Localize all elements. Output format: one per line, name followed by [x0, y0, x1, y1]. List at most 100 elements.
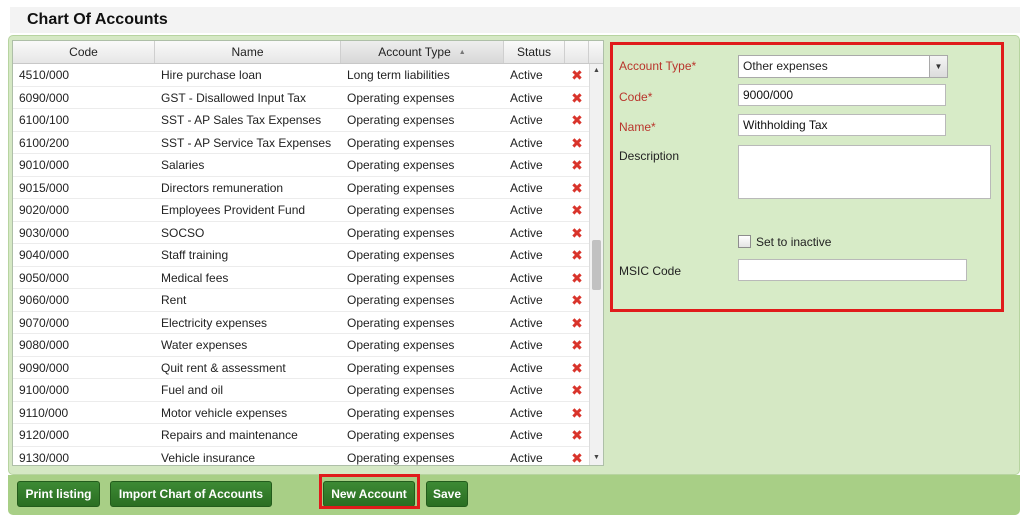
code-label: Code* — [619, 90, 653, 104]
column-header-delete — [565, 41, 589, 63]
scroll-up-arrow-icon[interactable]: ▲ — [590, 64, 603, 78]
cell-status: Active — [510, 338, 543, 352]
cell-code: 9130/000 — [19, 450, 70, 465]
table-row[interactable]: 9020/000 Employees Provident Fund Operatin… — [13, 199, 589, 222]
delete-icon[interactable]: ✖ — [565, 379, 589, 401]
grid-body: 4510/000 Hire purchase loan Long term liab… — [13, 64, 589, 466]
table-row[interactable]: 9030/000 SOCSO Operating expenses Active ✖ — [13, 221, 589, 244]
table-row[interactable]: 9060/000 Rent Operating expenses Active ✖ — [13, 289, 589, 312]
cell-code: 6100/200 — [19, 135, 70, 150]
cell-name: Medical fees — [161, 270, 229, 285]
delete-icon[interactable]: ✖ — [565, 87, 589, 109]
table-row[interactable]: 9070/000 Electricity expenses Operating ex… — [13, 311, 589, 334]
import-chart-of-accounts-button[interactable]: Import Chart of Accounts — [110, 481, 272, 507]
delete-icon[interactable]: ✖ — [565, 447, 589, 466]
cell-code: 4510/000 — [19, 68, 70, 82]
cell-account-type: Operating expenses — [347, 405, 455, 420]
table-row[interactable]: 9110/000 Motor vehicle expenses Operating … — [13, 401, 589, 424]
cell-code: 9100/000 — [19, 383, 70, 397]
table-row[interactable]: 4510/000 Hire purchase loan Long term liab… — [13, 64, 589, 87]
table-row[interactable]: 9100/000 Fuel and oil Operating expenses Ac… — [13, 379, 589, 402]
cell-code: 9020/000 — [19, 203, 70, 217]
cell-name: Vehicle insurance — [161, 450, 256, 465]
cell-status: Active — [510, 270, 543, 285]
cell-code: 9120/000 — [19, 428, 70, 442]
cell-name: Salaries — [161, 158, 205, 172]
table-row[interactable]: 9040/000 Staff training Operating expenses… — [13, 244, 589, 267]
bottom-toolbar: Print listing Import Chart of Accounts N… — [8, 475, 1020, 515]
delete-icon[interactable]: ✖ — [565, 357, 589, 379]
cell-account-type: Operating expenses — [347, 113, 455, 127]
delete-icon[interactable]: ✖ — [565, 424, 589, 446]
inactive-checkbox[interactable] — [738, 235, 751, 248]
delete-icon[interactable]: ✖ — [565, 312, 589, 334]
table-row[interactable]: 9090/000 Quit rent & assessment Operating … — [13, 356, 589, 379]
column-header-status[interactable]: Status — [504, 41, 565, 63]
scrollbar-thumb[interactable] — [592, 239, 601, 290]
cell-status: Active — [510, 158, 543, 172]
cell-name: Water expenses — [161, 338, 248, 352]
name-field[interactable]: Withholding Tax — [738, 114, 946, 136]
table-row[interactable]: 9080/000 Water expenses Operating expenses… — [13, 334, 589, 357]
description-field[interactable] — [738, 145, 991, 199]
delete-icon[interactable]: ✖ — [565, 267, 589, 289]
grid-header: Code Name Account Type ▲ Status — [13, 41, 603, 64]
table-row[interactable]: 9130/000 Vehicle insurance Operating expen… — [13, 446, 589, 466]
table-row[interactable]: 9050/000 Medical fees Operating expenses Ac… — [13, 266, 589, 289]
chevron-down-icon[interactable]: ▼ — [929, 56, 947, 77]
accounts-grid: Code Name Account Type ▲ Status 4510/000 H… — [12, 40, 604, 466]
cell-name: SST - AP Sales Tax Expenses — [161, 113, 322, 127]
cell-name: Quit rent & assessment — [161, 360, 286, 375]
cell-code: 9050/000 — [19, 270, 70, 285]
cell-code: 9090/000 — [19, 360, 70, 375]
cell-account-type: Operating expenses — [347, 203, 455, 217]
table-row[interactable]: 9120/000 Repairs and maintenance Operating… — [13, 424, 589, 447]
account-type-value: Other expenses — [743, 59, 828, 73]
new-account-highlight — [319, 474, 420, 509]
delete-icon[interactable]: ✖ — [565, 64, 589, 86]
delete-icon[interactable]: ✖ — [565, 177, 589, 199]
delete-icon[interactable]: ✖ — [565, 402, 589, 424]
delete-icon[interactable]: ✖ — [565, 199, 589, 221]
delete-icon[interactable]: ✖ — [565, 109, 589, 131]
cell-account-type: Operating expenses — [347, 270, 455, 285]
table-row[interactable]: 6100/100 SST - AP Sales Tax Expenses Opera… — [13, 109, 589, 132]
cell-code: 9060/000 — [19, 293, 70, 307]
cell-status: Active — [510, 135, 543, 150]
table-row[interactable]: 9010/000 Salaries Operating expenses Active… — [13, 154, 589, 177]
cell-status: Active — [510, 225, 543, 240]
delete-icon[interactable]: ✖ — [565, 222, 589, 244]
table-row[interactable]: 9015/000 Directors remuneration Operating … — [13, 176, 589, 199]
scroll-down-arrow-icon[interactable]: ▼ — [590, 451, 603, 465]
print-listing-button[interactable]: Print listing — [17, 481, 100, 507]
column-header-code[interactable]: Code — [13, 41, 155, 63]
cell-account-type: Operating expenses — [347, 360, 455, 375]
cell-status: Active — [510, 248, 543, 262]
cell-status: Active — [510, 68, 543, 82]
msic-code-field[interactable] — [738, 259, 967, 281]
cell-status: Active — [510, 113, 543, 127]
column-header-account-type[interactable]: Account Type ▲ — [341, 41, 504, 63]
cell-name: Directors remuneration — [161, 180, 284, 195]
page-title: Chart Of Accounts — [10, 7, 1020, 33]
column-header-name[interactable]: Name — [155, 41, 341, 63]
cell-account-type: Operating expenses — [347, 383, 455, 397]
table-row[interactable]: 6100/200 SST - AP Service Tax Expenses Ope… — [13, 131, 589, 154]
cell-code: 9110/000 — [19, 405, 69, 420]
delete-icon[interactable]: ✖ — [565, 334, 589, 356]
cell-account-type: Operating expenses — [347, 90, 455, 105]
delete-icon[interactable]: ✖ — [565, 289, 589, 311]
delete-icon[interactable]: ✖ — [565, 132, 589, 154]
cell-code: 9030/000 — [19, 225, 70, 240]
table-row[interactable]: 6090/000 GST - Disallowed Input Tax Operat… — [13, 86, 589, 109]
cell-name: Employees Provident Fund — [161, 203, 306, 217]
account-type-select[interactable]: Other expenses ▼ — [738, 55, 948, 78]
name-label: Name* — [619, 120, 656, 134]
code-field[interactable]: 9000/000 — [738, 84, 946, 106]
cell-name: Fuel and oil — [161, 383, 224, 397]
cell-name: SST - AP Service Tax Expenses — [161, 135, 332, 150]
grid-scrollbar[interactable]: ▲ ▼ — [589, 64, 603, 465]
delete-icon[interactable]: ✖ — [565, 244, 589, 266]
delete-icon[interactable]: ✖ — [565, 154, 589, 176]
save-button[interactable]: Save — [426, 481, 468, 507]
